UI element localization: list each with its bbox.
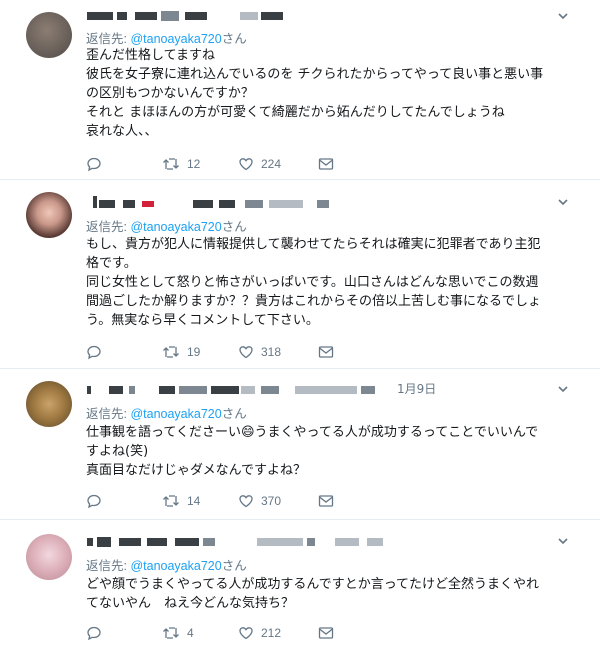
author-name-redacted	[85, 382, 405, 398]
tweet-actions: 12 224	[86, 155, 346, 173]
tweet-item[interactable]: 返信先: @tanoayaka720さん どや顔でうまくやってる人が成功するんで…	[0, 520, 600, 651]
like-count: 224	[261, 157, 282, 171]
heart-icon	[239, 495, 253, 508]
tweet-text-line: てないやん ねえ今どんな気持ち？	[86, 596, 295, 611]
retweet-icon	[163, 627, 179, 639]
tweet-text: 仕事観を語ってくださーい😄うまくやってる人が成功するってことでいいんで すよね(…	[86, 423, 566, 480]
tweet-actions: 19 318	[86, 343, 346, 361]
tweet-item[interactable]: 返信先: @tanoayaka720さん もし、貴方が犯人に情報提供して襲わせて…	[0, 180, 600, 369]
reply-suffix: さん	[221, 407, 247, 421]
tweet-text-line: すよね(笑)	[86, 444, 149, 459]
heart-icon	[239, 346, 253, 359]
reply-handle-link[interactable]: @tanoayaka720	[130, 407, 221, 421]
envelope-icon	[318, 495, 334, 507]
tweet-text-line: 歪んだ性格してますね	[86, 48, 215, 63]
like-button[interactable]: 370	[238, 492, 281, 510]
reply-suffix: さん	[221, 220, 247, 234]
retweet-button[interactable]: 19	[162, 343, 200, 361]
reply-suffix: さん	[221, 32, 247, 46]
tweet-item[interactable]: 返信先: @tanoayaka720さん 歪んだ性格してますね 彼氏を女子寮に連…	[0, 0, 600, 180]
retweet-count: 4	[187, 626, 194, 640]
envelope-icon	[318, 346, 334, 358]
retweet-icon	[163, 158, 179, 170]
tweet-menu-chevron-down-icon[interactable]	[556, 194, 570, 208]
reply-to-line: 返信先: @tanoayaka720さん	[86, 28, 247, 47]
tweet-text-line: 哀れな人、、	[86, 124, 158, 139]
tweet-menu-chevron-down-icon[interactable]	[556, 533, 570, 547]
reply-button[interactable]	[86, 155, 102, 173]
tweet-text-line: それと まほほんの方が可愛くて綺麗だから妬んだりしてたんでしょうね	[86, 105, 505, 120]
retweet-count: 12	[187, 157, 201, 171]
tweet-date[interactable]: 1月9日	[397, 380, 436, 397]
reply-icon	[87, 157, 101, 172]
reply-icon	[87, 345, 101, 360]
retweet-button[interactable]: 12	[162, 155, 200, 173]
dm-button[interactable]	[318, 155, 334, 173]
tweet-text-line: 彼氏を女子寮に連れ込んでいるのを チクられたからってやって良い事と悪い事	[86, 67, 544, 82]
tweet-text: どや顔でうまくやってる人が成功するんですとか言ってたけど全然うまくやれ てないや…	[86, 575, 566, 613]
tweet-text-line: 仕事観を語ってくださーい😄うまくやってる人が成功するってことでいいんで	[86, 425, 539, 440]
reply-icon	[87, 626, 101, 641]
retweet-count: 14	[187, 494, 201, 508]
envelope-icon	[318, 158, 334, 170]
author-name-redacted	[85, 8, 515, 24]
reply-icon	[87, 494, 101, 509]
tweet-actions: 4 212	[86, 624, 346, 642]
tweet-text-line: う。無実なら早くコメントして下さい。	[86, 313, 319, 328]
like-count: 212	[261, 626, 282, 640]
retweet-icon	[163, 346, 179, 358]
tweet-item[interactable]: 1月9日 返信先: @tanoayaka720さん 仕事観を語ってくださーい😄う…	[0, 369, 600, 520]
tweet-text-line: 同じ女性として怒りと怖さがいっぱいです。山口さんはどんな思いでこの数週	[86, 275, 539, 290]
retweet-count: 19	[187, 345, 201, 359]
reply-handle-link[interactable]: @tanoayaka720	[130, 32, 221, 46]
reply-button[interactable]	[86, 624, 102, 642]
author-name-redacted	[85, 196, 515, 212]
reply-to-line: 返信先: @tanoayaka720さん	[86, 216, 247, 235]
reply-handle-link[interactable]: @tanoayaka720	[130, 559, 221, 573]
tweet-menu-chevron-down-icon[interactable]	[556, 8, 570, 22]
tweet-text: もし、貴方が犯人に情報提供して襲わせてたらそれは確実に犯罪者であり主犯 格です。…	[86, 235, 566, 330]
avatar[interactable]	[26, 381, 72, 427]
reply-button[interactable]	[86, 343, 102, 361]
tweet-text-line: 格です。	[86, 256, 137, 271]
like-count: 318	[261, 345, 282, 359]
tweet-text-line: どや顔でうまくやってる人が成功するんですとか言ってたけど全然うまくやれ	[86, 577, 540, 592]
reply-to-line: 返信先: @tanoayaka720さん	[86, 555, 247, 574]
like-count: 370	[261, 494, 282, 508]
dm-button[interactable]	[318, 343, 334, 361]
tweet-text-line: もし、貴方が犯人に情報提供して襲わせてたらそれは確実に犯罪者であり主犯	[86, 237, 541, 252]
heart-icon	[239, 158, 253, 171]
reply-handle-link[interactable]: @tanoayaka720	[130, 220, 221, 234]
tweet-menu-chevron-down-icon[interactable]	[556, 381, 570, 395]
reply-button[interactable]	[86, 492, 102, 510]
reply-prefix: 返信先:	[86, 559, 131, 573]
reply-prefix: 返信先:	[86, 32, 131, 46]
like-button[interactable]: 224	[238, 155, 281, 173]
heart-icon	[239, 627, 253, 640]
reply-prefix: 返信先:	[86, 220, 131, 234]
envelope-icon	[318, 627, 334, 639]
avatar[interactable]	[26, 534, 72, 580]
retweet-button[interactable]: 4	[162, 624, 194, 642]
like-button[interactable]: 212	[238, 624, 281, 642]
tweet-text-line: 真面目なだけじゃダメなんですよね？	[86, 463, 306, 478]
tweet-text-line: の区別もつかないんですか？	[86, 86, 254, 101]
tweet-actions: 14 370	[86, 492, 346, 510]
reply-prefix: 返信先:	[86, 407, 131, 421]
dm-button[interactable]	[318, 492, 334, 510]
avatar[interactable]	[26, 192, 72, 238]
retweet-icon	[163, 495, 179, 507]
tweet-text-line: 間過ごしたか解りますか？？貴方はこれからその倍以上苦しむ事になるでしょ	[86, 294, 542, 309]
tweet-text: 歪んだ性格してますね 彼氏を女子寮に連れ込んでいるのを チクられたからってやって…	[86, 46, 566, 141]
reply-to-line: 返信先: @tanoayaka720さん	[86, 403, 247, 422]
retweet-button[interactable]: 14	[162, 492, 200, 510]
author-name-redacted	[85, 534, 405, 550]
like-button[interactable]: 318	[238, 343, 281, 361]
reply-suffix: さん	[221, 559, 247, 573]
dm-button[interactable]	[318, 624, 334, 642]
avatar[interactable]	[26, 12, 72, 58]
